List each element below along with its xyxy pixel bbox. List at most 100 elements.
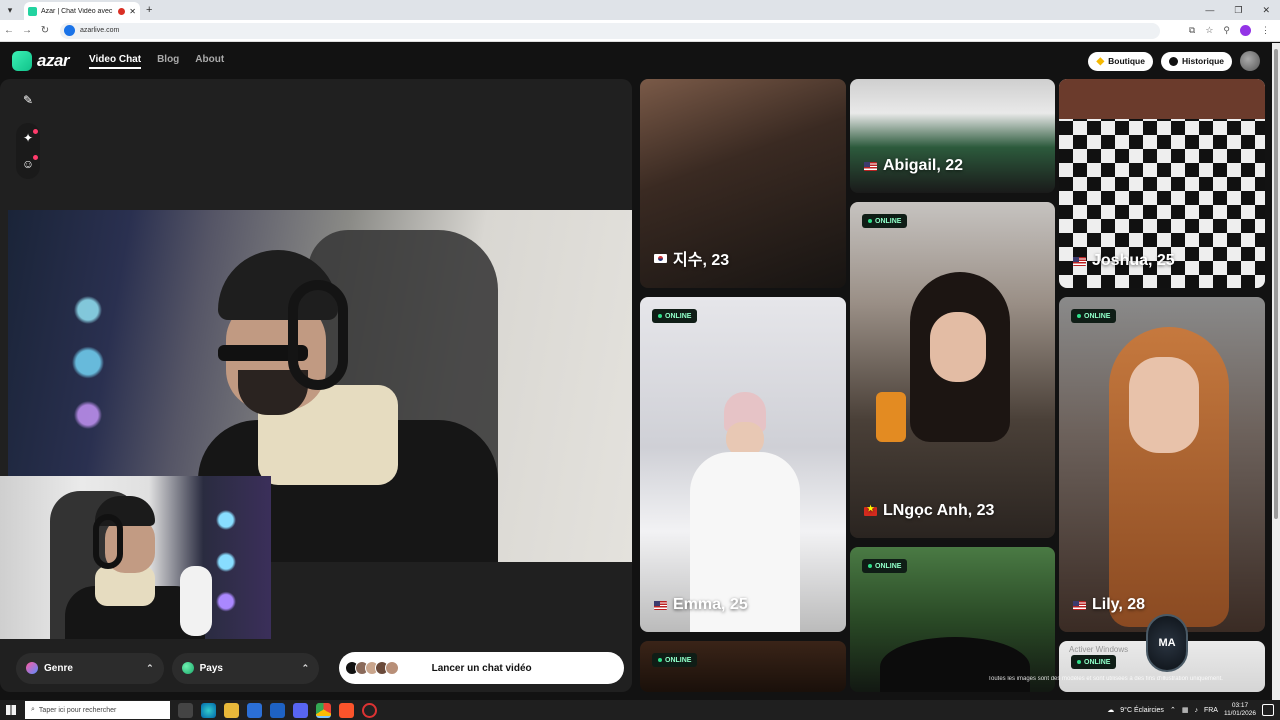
volume-icon[interactable]: ♪ xyxy=(1194,707,1198,714)
scrollbar-thumb[interactable] xyxy=(1274,49,1278,519)
online-badge: ONLINE xyxy=(652,309,698,323)
azar-app: azar Video Chat Blog About ◆ Boutique Hi… xyxy=(0,43,1272,700)
cta-label: Lancer un chat vidéo xyxy=(431,662,532,674)
page-scrollbar[interactable] xyxy=(1272,43,1280,700)
profile-grid: 지수, 23 Abigail, 22 Joshua, 25 ONLINE Emm… xyxy=(640,79,1265,692)
us-flag-icon xyxy=(864,161,877,171)
search-placeholder: Taper ici pour rechercher xyxy=(38,706,117,714)
taskbar-search[interactable]: ⌕ Taper ici pour rechercher xyxy=(25,701,170,719)
us-flag-icon xyxy=(1073,600,1086,610)
browser-tab[interactable]: Azar | Chat Vidéo avec de n ✕ xyxy=(24,2,140,20)
chevron-up-icon: ⌃ xyxy=(301,662,310,673)
menu-kebab-icon[interactable]: ⋮ xyxy=(1261,25,1270,36)
edit-icon[interactable]: ✎ xyxy=(16,89,40,111)
country-filter[interactable]: Pays ⌃ xyxy=(171,652,320,684)
url-field[interactable]: azarlive.com xyxy=(60,22,1160,39)
edge-icon[interactable] xyxy=(201,702,216,718)
browser-actions: ⧉ ☆ ⚲ ⋮ xyxy=(1189,25,1280,36)
language-indicator[interactable]: FRA xyxy=(1204,707,1218,714)
extensions-icon[interactable]: ⚲ xyxy=(1223,25,1230,36)
mail-icon[interactable] xyxy=(270,702,285,718)
cast-icon[interactable]: ⧉ xyxy=(1189,25,1195,36)
obs-icon[interactable] xyxy=(362,702,377,718)
boutique-label: Boutique xyxy=(1108,56,1145,66)
tab-close-icon[interactable]: ✕ xyxy=(129,7,136,16)
app-header: azar Video Chat Blog About ◆ Boutique Hi… xyxy=(0,43,1272,79)
date: 11/01/2026 xyxy=(1223,710,1256,717)
forward-icon[interactable]: → xyxy=(18,25,36,36)
browser-tab-bar: ▾ Azar | Chat Vidéo avec de n ✕ + — ❐ ✕ xyxy=(0,0,1280,20)
window-controls: — ❐ ✕ xyxy=(1205,5,1280,16)
profile-name: 지수, 23 xyxy=(654,246,729,270)
weather-text[interactable]: 9°C Éclaircies xyxy=(1120,707,1164,714)
discord-icon[interactable] xyxy=(293,702,308,718)
bookmark-star-icon[interactable]: ☆ xyxy=(1205,25,1213,36)
pc-rgb-lights xyxy=(211,496,241,616)
time: 03:17 xyxy=(1231,702,1249,709)
profile-name: Emma, 25 xyxy=(654,596,748,614)
profile-card[interactable]: ONLINE xyxy=(850,547,1055,692)
profile-card[interactable]: ONLINE xyxy=(640,641,846,692)
gender-label: Genre xyxy=(44,662,73,674)
tray-chevron-icon[interactable]: ⌃ xyxy=(1170,706,1176,714)
azar-logo[interactable]: azar xyxy=(12,51,70,71)
gem-icon: ◆ xyxy=(1096,55,1105,67)
user-avatar[interactable] xyxy=(1240,51,1260,71)
profile-name: Lily, 28 xyxy=(1073,596,1145,614)
store-icon[interactable] xyxy=(247,702,262,718)
notification-dot xyxy=(33,129,38,134)
online-badge: ONLINE xyxy=(1071,309,1117,323)
start-video-chat-button[interactable]: Lancer un chat vidéo xyxy=(339,652,624,684)
site-info-icon[interactable] xyxy=(64,25,75,36)
gender-filter[interactable]: Genre ⌃ xyxy=(16,652,164,684)
nav-blog[interactable]: Blog xyxy=(157,54,179,69)
notifications-icon[interactable] xyxy=(1262,704,1274,716)
match-controls: Genre ⌃ Pays ⌃ Lancer un chat vidéo xyxy=(16,652,624,684)
main-nav: Video Chat Blog About xyxy=(89,54,224,69)
task-view-icon[interactable] xyxy=(178,702,193,718)
boutique-button[interactable]: ◆ Boutique xyxy=(1088,51,1153,71)
historique-label: Historique xyxy=(1181,56,1224,66)
activate-windows-watermark: Activer Windows xyxy=(1069,645,1129,654)
nav-about[interactable]: About xyxy=(195,54,224,69)
new-tab-button[interactable]: + xyxy=(146,4,152,16)
system-tray: ☁ 9°C Éclaircies ⌃ ▦ ♪ FRA 03:17 11/01/2… xyxy=(1107,702,1280,718)
search-icon: ⌕ xyxy=(31,706,35,713)
weather-icon: ☁ xyxy=(1107,707,1115,714)
windows-start-icon[interactable] xyxy=(0,700,22,720)
logo-text: azar xyxy=(37,51,70,70)
sticker-face-icon[interactable]: ☺ xyxy=(16,153,40,175)
clock[interactable]: 03:17 11/01/2026 xyxy=(1224,702,1256,718)
streamer-logo-watermark: MA xyxy=(1146,614,1188,672)
minimize-button[interactable]: — xyxy=(1205,5,1214,16)
avatar-stack xyxy=(345,661,400,675)
profile-card[interactable]: ONLINE Emma, 25 xyxy=(640,297,846,632)
file-explorer-icon[interactable] xyxy=(224,702,239,718)
tab-search-icon[interactable]: ▾ xyxy=(0,0,20,20)
brave-icon[interactable] xyxy=(339,702,354,718)
profile-card[interactable]: Abigail, 22 xyxy=(850,79,1055,193)
globe-icon xyxy=(181,662,194,674)
profile-name: Abigail, 22 xyxy=(864,157,963,175)
pc-rgb-lights xyxy=(68,280,108,430)
back-icon[interactable]: ← xyxy=(0,25,18,36)
profile-card[interactable]: 지수, 23 xyxy=(640,79,846,288)
reload-icon[interactable]: ↻ xyxy=(36,25,54,36)
profile-avatar-icon[interactable] xyxy=(1240,25,1251,36)
history-icon xyxy=(1168,56,1178,66)
historique-button[interactable]: Historique xyxy=(1160,51,1232,71)
close-window-button[interactable]: ✕ xyxy=(1262,5,1270,16)
network-icon[interactable]: ▦ xyxy=(1182,706,1189,714)
country-label: Pays xyxy=(199,662,223,674)
sparkle-effects-icon[interactable]: ✦ xyxy=(16,127,40,149)
profile-card[interactable]: ONLINE LNgọc Anh, 23 xyxy=(850,202,1055,538)
chrome-icon[interactable] xyxy=(316,702,331,718)
vietnam-flag-icon xyxy=(864,504,877,516)
profile-card[interactable]: Joshua, 25 xyxy=(1059,79,1265,288)
url-text: azarlive.com xyxy=(80,27,120,34)
header-actions: ◆ Boutique Historique xyxy=(1088,51,1272,71)
profile-card[interactable]: ONLINE Lily, 28 xyxy=(1059,297,1265,632)
restore-button[interactable]: ❐ xyxy=(1234,5,1242,16)
nav-video-chat[interactable]: Video Chat xyxy=(89,54,142,69)
video-panel: ✎ ✦ ☺ Genre ⌃ Pays ⌃ Lancer un chat vidé… xyxy=(0,79,632,692)
